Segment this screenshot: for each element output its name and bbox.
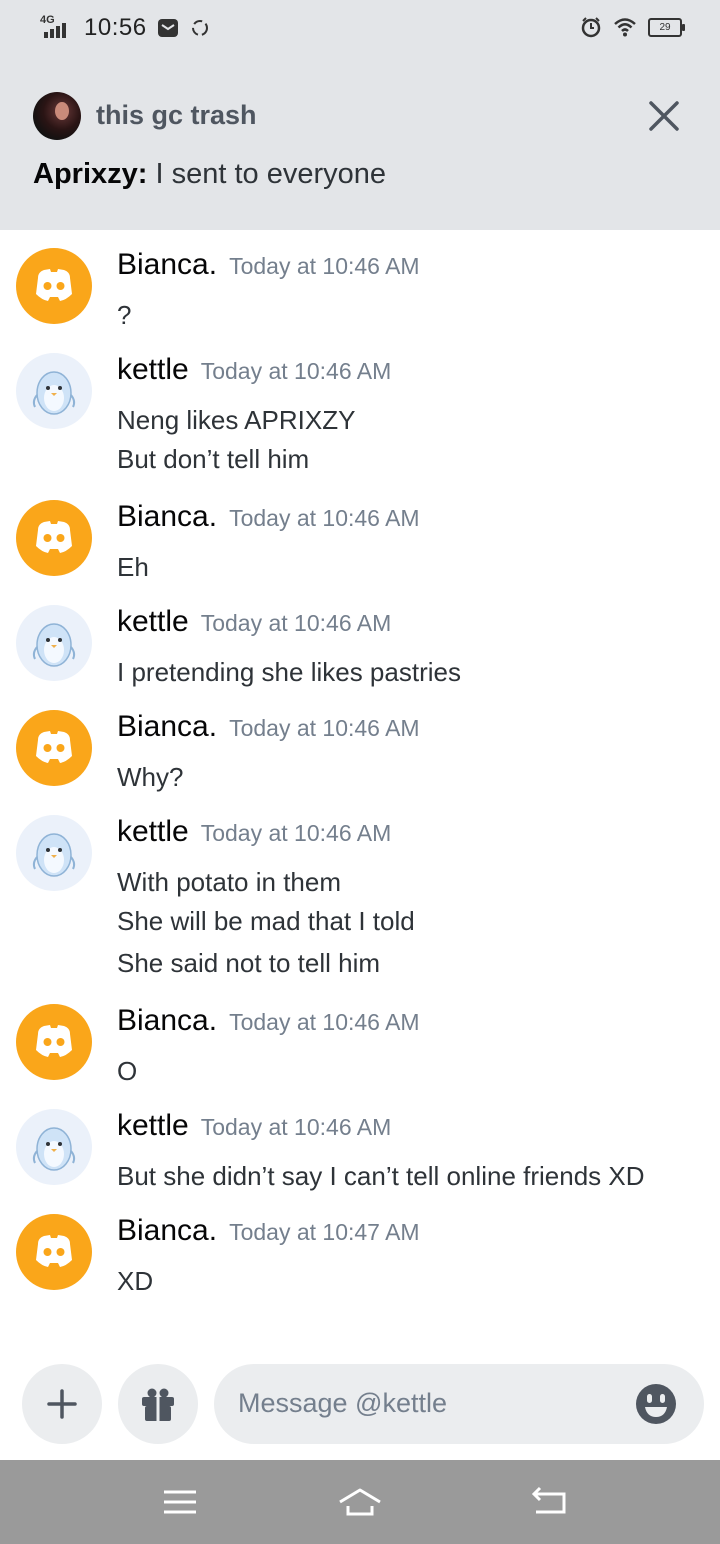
- timestamp: Today at 10:46 AM: [229, 253, 420, 279]
- sync-icon: [191, 20, 208, 36]
- notification-author: Aprixzy:: [33, 158, 148, 190]
- timestamp: Today at 10:46 AM: [200, 610, 392, 636]
- gift-icon: [142, 1388, 174, 1421]
- message-text: I pretending she likes pastries: [117, 657, 461, 687]
- discord-logo-icon[interactable]: [16, 1214, 92, 1290]
- battery-icon: 29: [648, 17, 685, 37]
- discord-logo-icon[interactable]: [16, 1004, 92, 1080]
- penguin-avatar[interactable]: [16, 605, 92, 681]
- message-composer: Message @kettle: [0, 1344, 720, 1460]
- message-text: Why?: [117, 762, 184, 792]
- penguin-avatar[interactable]: [16, 1109, 92, 1185]
- message-input-placeholder: Message @kettle: [238, 1388, 447, 1418]
- timestamp: Today at 10:46 AM: [200, 1114, 392, 1140]
- message-text: XD: [117, 1266, 154, 1296]
- gift-button[interactable]: [118, 1364, 198, 1444]
- message-header: kettle Today at 10:46 AM: [117, 353, 391, 387]
- message-text: But she didn’t say I can’t tell online f…: [117, 1161, 645, 1191]
- status-bar: 4G 10:56 29: [0, 0, 720, 58]
- penguin-avatar[interactable]: [16, 353, 92, 429]
- message-header: Bianca. Today at 10:46 AM: [117, 710, 420, 744]
- back-icon[interactable]: [528, 1482, 572, 1522]
- emoji-icon[interactable]: [634, 1382, 678, 1426]
- message-text: Eh: [117, 552, 149, 582]
- username[interactable]: kettle: [117, 1109, 189, 1142]
- message-header: kettle Today at 10:46 AM: [117, 815, 391, 849]
- timestamp: Today at 10:46 AM: [229, 715, 420, 741]
- message-text: O: [117, 1056, 138, 1086]
- username[interactable]: Bianca.: [117, 1214, 217, 1247]
- close-icon[interactable]: [646, 98, 682, 134]
- message-text: She said not to tell him: [117, 948, 381, 978]
- timestamp: Today at 10:46 AM: [229, 505, 420, 531]
- home-icon[interactable]: [338, 1482, 382, 1522]
- message-text: ?: [117, 300, 132, 330]
- plus-icon: [47, 1389, 77, 1419]
- mail-notification-icon: [157, 19, 178, 37]
- discord-logo-icon[interactable]: [16, 710, 92, 786]
- notification-title: this gc trash: [96, 100, 257, 130]
- notification-text: I sent to everyone: [155, 158, 387, 190]
- username[interactable]: Bianca.: [117, 248, 217, 281]
- username[interactable]: kettle: [117, 605, 189, 638]
- username[interactable]: Bianca.: [117, 710, 217, 743]
- add-attachment-button[interactable]: [22, 1364, 102, 1444]
- message-header: Bianca. Today at 10:46 AM: [117, 500, 420, 534]
- username[interactable]: Bianca.: [117, 1004, 217, 1037]
- message-notification-banner[interactable]: this gc trash Aprixzy: I sent to everyon…: [0, 58, 720, 230]
- username[interactable]: Bianca.: [117, 500, 217, 533]
- wifi-icon: [614, 18, 636, 37]
- status-time: 10:56: [84, 14, 147, 41]
- message-header: kettle Today at 10:46 AM: [117, 1109, 391, 1143]
- timestamp: Today at 10:46 AM: [200, 358, 392, 384]
- penguin-avatar[interactable]: [16, 815, 92, 891]
- username[interactable]: kettle: [117, 353, 189, 386]
- message-header: Bianca. Today at 10:47 AM: [117, 1214, 420, 1248]
- alarm-icon: [581, 17, 601, 38]
- message-header: Bianca. Today at 10:46 AM: [117, 248, 420, 282]
- timestamp: Today at 10:47 AM: [229, 1219, 420, 1245]
- menu-icon[interactable]: [158, 1482, 202, 1522]
- message-header: kettle Today at 10:46 AM: [117, 605, 391, 639]
- discord-logo-icon[interactable]: [16, 500, 92, 576]
- message-header: Bianca. Today at 10:46 AM: [117, 1004, 420, 1038]
- group-avatar: [33, 92, 81, 140]
- message-text: She will be mad that I told: [117, 906, 415, 936]
- message-text: With potato in them: [117, 867, 341, 897]
- notification-preview: Aprixzy: I sent to everyone: [33, 158, 386, 191]
- timestamp: Today at 10:46 AM: [229, 1009, 420, 1035]
- message-text: Neng likes APRIXZY: [117, 405, 356, 435]
- username[interactable]: kettle: [117, 815, 189, 848]
- timestamp: Today at 10:46 AM: [200, 820, 392, 846]
- signal-icon: 4G: [38, 14, 74, 42]
- message-text: But don’t tell him: [117, 444, 310, 474]
- network-type: 4G: [40, 14, 55, 26]
- system-navigation-bar: [0, 1460, 720, 1544]
- message-input[interactable]: Message @kettle: [214, 1364, 704, 1444]
- battery-level: 29: [659, 21, 671, 33]
- discord-logo-icon[interactable]: [16, 248, 92, 324]
